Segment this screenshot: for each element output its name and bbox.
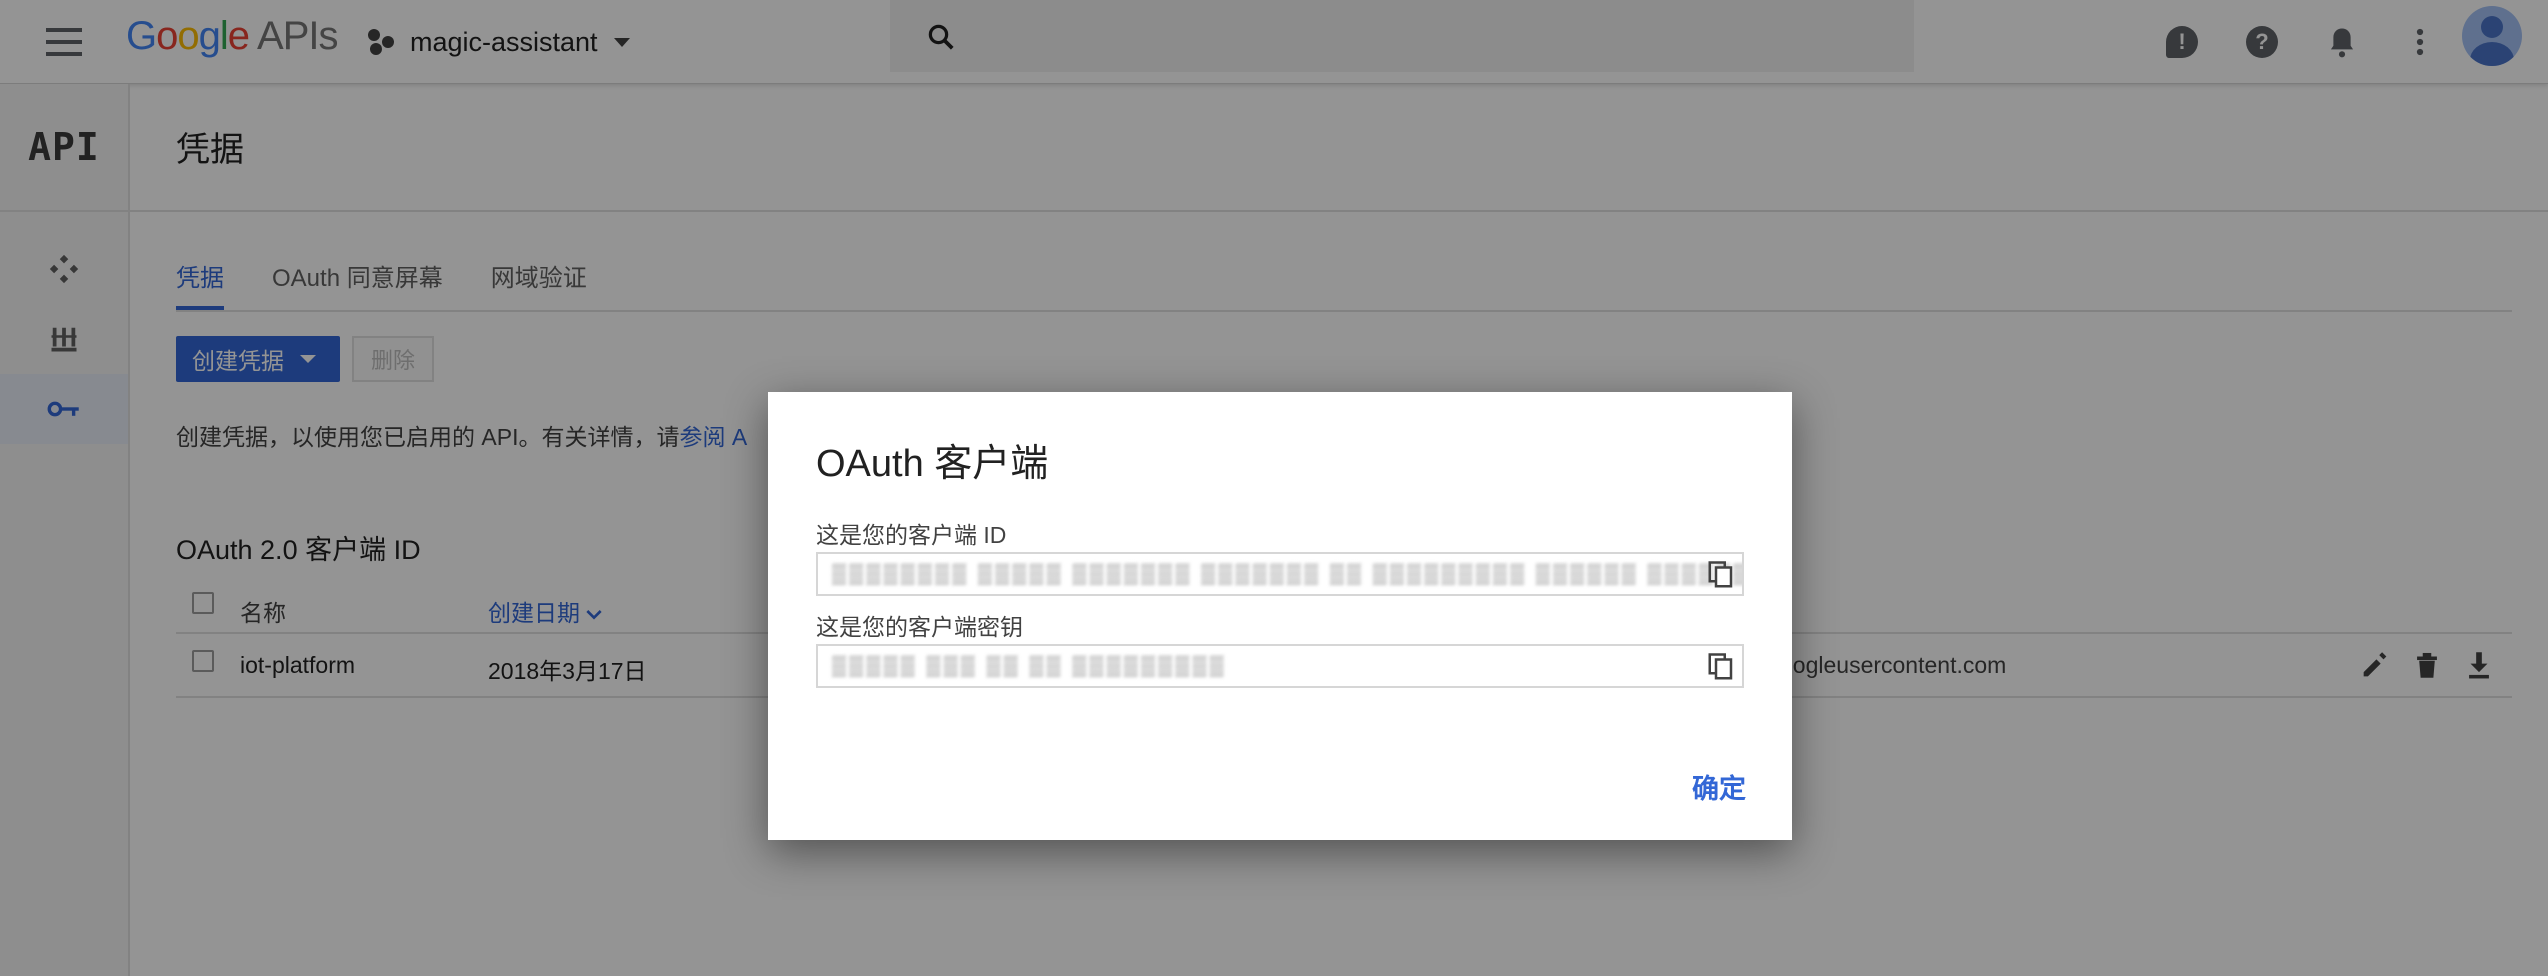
oauth-client-dialog: OAuth 客户端 这是您的客户端 ID ▒▒▒▒▒▒▒▒ ▒▒▒▒▒ ▒▒▒▒… (768, 392, 1792, 840)
copy-icon[interactable] (1706, 652, 1736, 682)
copy-icon[interactable] (1706, 560, 1736, 590)
client-secret-field[interactable]: ▒▒▒▒▒ ▒▒▒ ▒▒ ▒▒ ▒▒▒▒▒▒▒▒▒ (816, 644, 1744, 688)
client-secret-label: 这是您的客户端密钥 (816, 614, 1023, 640)
dialog-title: OAuth 客户端 (816, 443, 1049, 485)
ok-button[interactable]: 确定 (1692, 767, 1746, 806)
client-secret-value: ▒▒▒▒▒ ▒▒▒ ▒▒ ▒▒ ▒▒▒▒▒▒▒▒▒ (832, 655, 1227, 677)
client-id-field[interactable]: ▒▒▒▒▒▒▒▒ ▒▒▒▒▒ ▒▒▒▒▒▒▒ ▒▒▒▒▒▒▒ ▒▒ ▒▒▒▒▒▒… (816, 552, 1744, 596)
client-id-label: 这是您的客户端 ID (816, 522, 1007, 548)
client-id-value: ▒▒▒▒▒▒▒▒ ▒▒▒▒▒ ▒▒▒▒▒▒▒ ▒▒▒▒▒▒▒ ▒▒ ▒▒▒▒▒▒… (832, 563, 1744, 585)
